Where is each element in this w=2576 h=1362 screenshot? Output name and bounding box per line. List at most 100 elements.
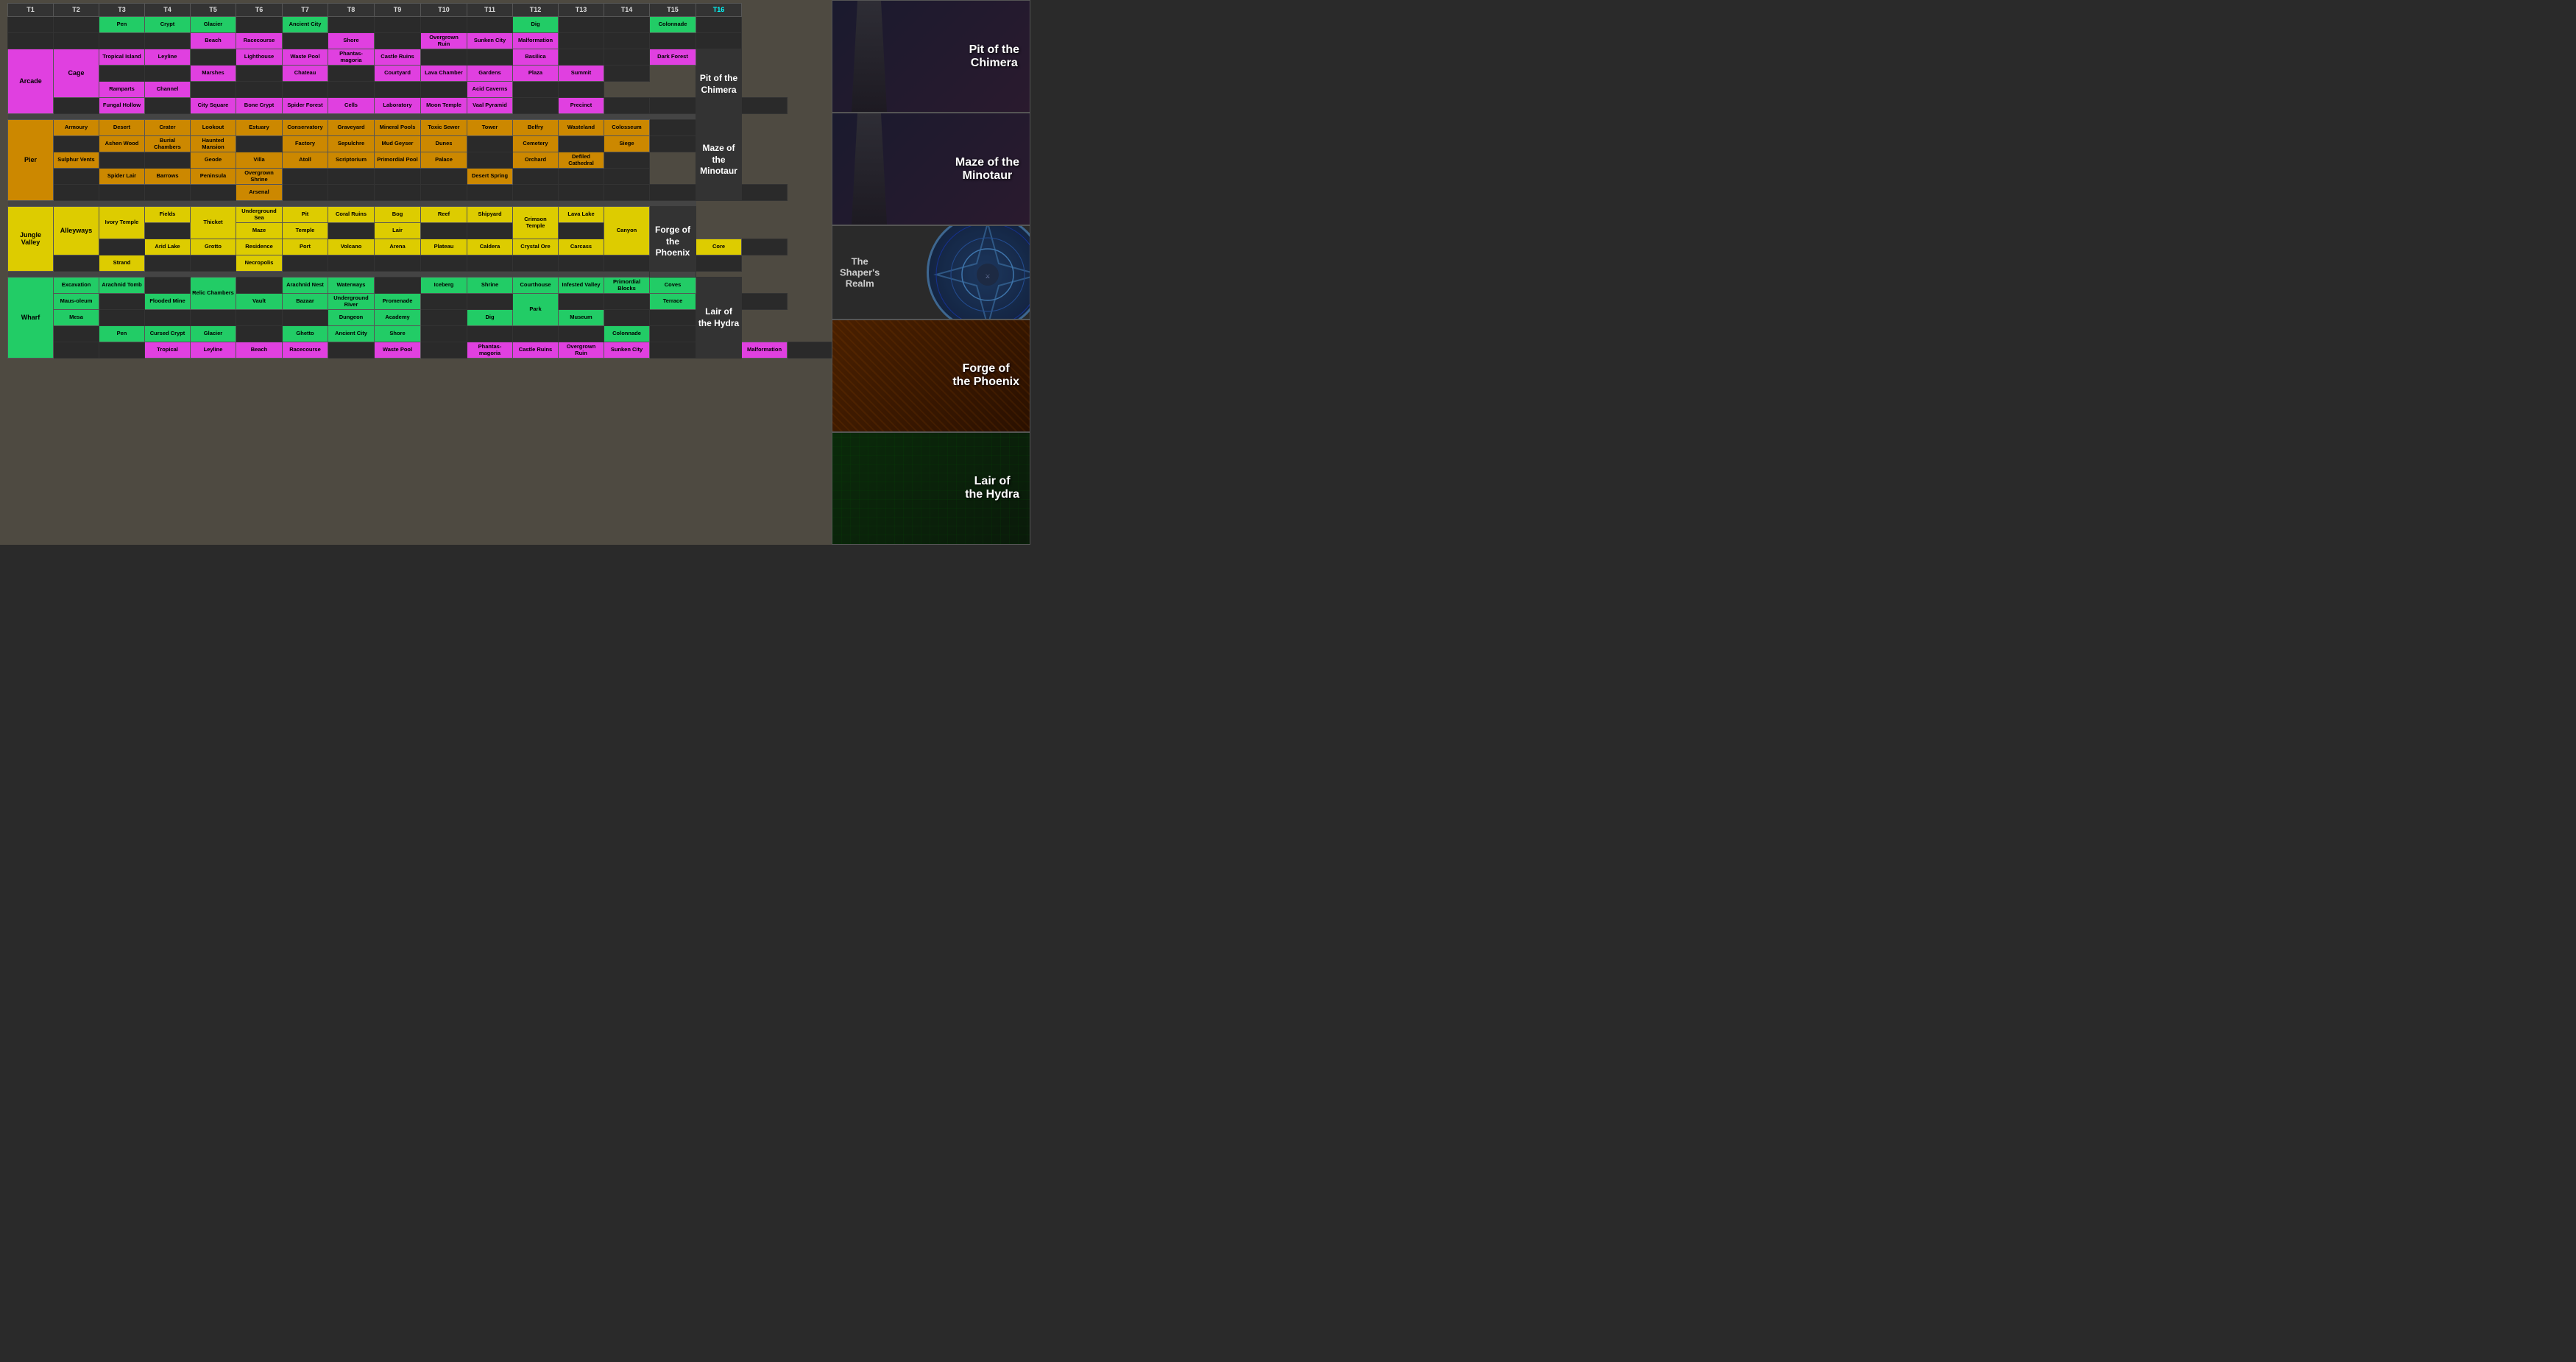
cell-forge-phoenix[interactable]: Forge ofthe Phoenix [650,207,696,278]
cell-core[interactable]: Core [696,239,742,255]
cell-lava-lake[interactable]: Lava Lake [559,207,604,223]
cell-sunken-city[interactable]: Sunken City [467,33,513,49]
cell-arachnid-tomb[interactable]: Arachnid Tomb [99,278,145,294]
cell-fungal-hollow[interactable]: Fungal Hollow [99,98,145,114]
cell-malformation-b[interactable]: Malformation [742,342,788,359]
cell-barrows[interactable]: Barrows [145,169,191,185]
cell-graveyard[interactable]: Graveyard [328,120,375,136]
cell-promenade[interactable]: Promenade [375,294,421,310]
cell-mausoleum[interactable]: Maus-oleum [54,294,99,310]
cell-waterways[interactable]: Waterways [328,278,375,294]
cell-ashen-wood[interactable]: Ashen Wood [99,136,145,152]
cell-cursed-crypt[interactable]: Cursed Crypt [145,326,191,342]
cell-shore[interactable]: Shore [328,33,375,49]
cell-precinct[interactable]: Precinct [559,98,604,114]
cell-leyline[interactable]: Leyline [145,49,191,66]
cell-summit[interactable]: Summit [559,66,604,82]
cell-ivory-temple[interactable]: Ivory Temple [99,207,145,239]
cell-tropical-island[interactable]: Tropical Island [99,49,145,66]
cell-bog[interactable]: Bog [375,207,421,223]
cell-primordial-pool[interactable]: Primordial Pool [375,152,421,169]
cell-bone-crypt[interactable]: Bone Crypt [236,98,283,114]
cell-wasteland[interactable]: Wasteland [559,120,604,136]
cell-grotto[interactable]: Grotto [191,239,236,255]
cell-primordial-blocks[interactable]: Primordial Blocks [604,278,650,294]
cell-necropolis[interactable]: Necropolis [236,255,283,272]
cell-overgrown-ruin-b[interactable]: Overgrown Ruin [559,342,604,359]
cell-ghetto[interactable]: Ghetto [283,326,328,342]
cell-excavation[interactable]: Excavation [54,278,99,294]
cell-shrine[interactable]: Shrine [467,278,513,294]
cell-dig-green[interactable]: Dig [467,310,513,326]
cell-chateau[interactable]: Chateau [283,66,328,82]
cell-overgrown-ruin[interactable]: Overgrown Ruin [421,33,467,49]
cell-mesa[interactable]: Mesa [54,310,99,326]
cell-laboratory[interactable]: Laboratory [375,98,421,114]
cell-malformation[interactable]: Malformation [513,33,559,49]
cell-city-square[interactable]: City Square [191,98,236,114]
cell-vault[interactable]: Vault [236,294,283,310]
cell-courtyard[interactable]: Courtyard [375,66,421,82]
cell-crystal-ore[interactable]: Crystal Ore [513,239,559,255]
cell-residence[interactable]: Residence [236,239,283,255]
cell-carcass[interactable]: Carcass [559,239,604,255]
cell-cemetery[interactable]: Cemetery [513,136,559,152]
cell-channel[interactable]: Channel [145,82,191,98]
cell-waste-pool[interactable]: Waste Pool [283,49,328,66]
cell-colonnade-t15[interactable]: Colonnade [650,17,696,33]
cell-scriptorium[interactable]: Scriptorium [328,152,375,169]
cell-burial-chambers[interactable]: Burial Chambers [145,136,191,152]
cell-lighthouse[interactable]: Lighthouse [236,49,283,66]
cell-pen-g[interactable]: Pen [99,326,145,342]
cell-terrace[interactable]: Terrace [650,294,696,310]
cell-atoll[interactable]: Atoll [283,152,328,169]
cell-sulphur-vents[interactable]: Sulphur Vents [54,152,99,169]
cell-crater[interactable]: Crater [145,120,191,136]
cell-moon-temple[interactable]: Moon Temple [421,98,467,114]
cell-factory[interactable]: Factory [283,136,328,152]
cell-glacier-t5[interactable]: Glacier [191,17,236,33]
cell-plaza[interactable]: Plaza [513,66,559,82]
cell-underground-river[interactable]: Underground River [328,294,375,310]
cell-dungeon[interactable]: Dungeon [328,310,375,326]
cell-estuary[interactable]: Estuary [236,120,283,136]
cell-maze[interactable]: Maze [236,223,283,239]
cell-desert[interactable]: Desert [99,120,145,136]
cell-cage[interactable]: Cage [54,49,99,98]
cell-defiled-cathedral[interactable]: Defiled Cathedral [559,152,604,169]
cell-wharf[interactable]: Wharf [8,278,54,359]
cell-ancient-city-g[interactable]: Ancient City [328,326,375,342]
cell-iceberg[interactable]: Iceberg [421,278,467,294]
cell-maze-minotaur[interactable]: Maze of theMinotaur [696,120,742,201]
cell-phantasmagoria[interactable]: Phantas-magoria [328,49,375,66]
cell-desert-spring[interactable]: Desert Spring [467,169,513,185]
cell-beach[interactable]: Beach [191,33,236,49]
cell-shipyard[interactable]: Shipyard [467,207,513,223]
cell-phantasmagoria-b[interactable]: Phantas-magoria [467,342,513,359]
cell-temple[interactable]: Temple [283,223,328,239]
cell-racecourse[interactable]: Racecourse [236,33,283,49]
cell-castle-ruins-b[interactable]: Castle Ruins [513,342,559,359]
cell-basilica[interactable]: Basilica [513,49,559,66]
cell-palace[interactable]: Palace [421,152,467,169]
cell-arsenal[interactable]: Arsenal [236,185,283,201]
cell-mineral-pools[interactable]: Mineral Pools [375,120,421,136]
cell-overgrown-shrine[interactable]: Overgrown Shrine [236,169,283,185]
cell-racecourse-b[interactable]: Racecourse [283,342,328,359]
cell-lair-hydra[interactable]: Lair ofthe Hydra [696,278,742,359]
cell-spider-lair[interactable]: Spider Lair [99,169,145,185]
cell-coves[interactable]: Coves [650,278,696,294]
cell-tropical-b[interactable]: Tropical [145,342,191,359]
cell-alleyways[interactable]: Alleyways [54,207,99,255]
cell-geode[interactable]: Geode [191,152,236,169]
cell-colonnade-g[interactable]: Colonnade [604,326,650,342]
cell-fields[interactable]: Fields [145,207,191,223]
cell-arcade[interactable]: Arcade [8,49,54,114]
cell-sunken-city-b[interactable]: Sunken City [604,342,650,359]
cell-lair[interactable]: Lair [375,223,421,239]
cell-sepulchre[interactable]: Sepulchre [328,136,375,152]
cell-gardens[interactable]: Gardens [467,66,513,82]
cell-underground-sea[interactable]: Underground Sea [236,207,283,223]
cell-toxic-sewer[interactable]: Toxic Sewer [421,120,467,136]
cell-arachnid-nest[interactable]: Arachnid Nest [283,278,328,294]
